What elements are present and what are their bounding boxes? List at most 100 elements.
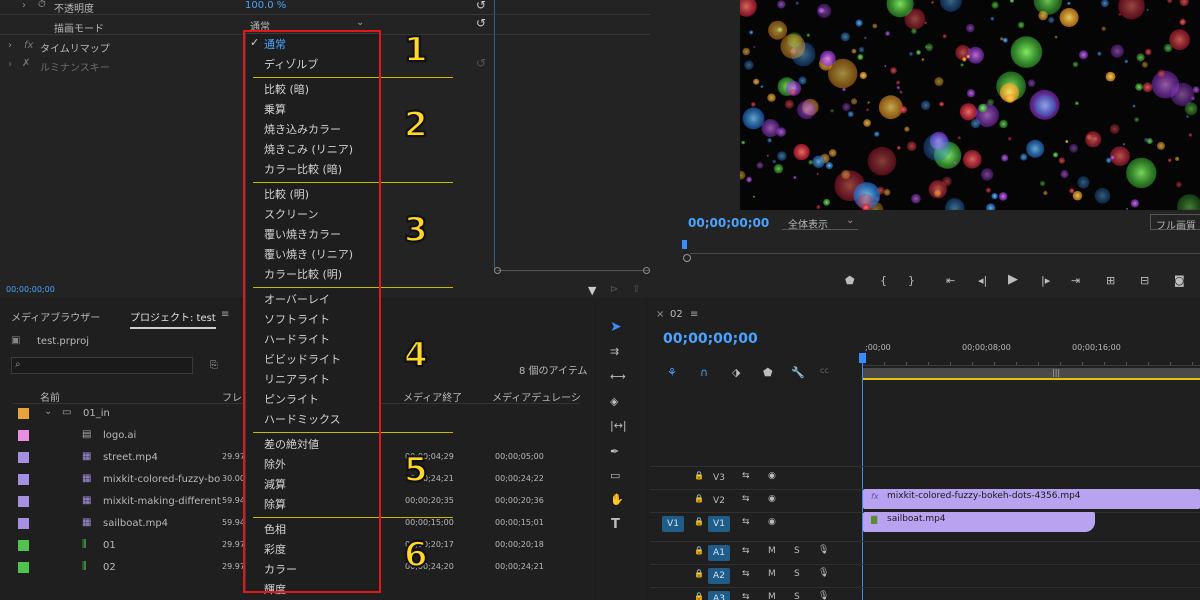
sequence-tab[interactable]: 02 xyxy=(670,309,683,320)
new-bin-icon[interactable]: ⎘ xyxy=(210,360,218,371)
label-color-swatch[interactable] xyxy=(18,408,29,419)
razor-tool-icon[interactable]: ◈ xyxy=(610,395,618,408)
clip-bokeh[interactable]: fx mixkit-colored-fuzzy-bokeh-dots-4356.… xyxy=(863,489,1200,509)
sync-lock-icon[interactable]: ⇆ xyxy=(742,517,750,527)
expand-chevron-icon[interactable]: › xyxy=(8,40,12,51)
eye-icon[interactable]: ◉ xyxy=(768,471,776,481)
time-remap-label[interactable]: タイムリマップ xyxy=(40,40,110,55)
mark-out-icon[interactable]: } xyxy=(908,274,915,287)
extract-icon[interactable]: ⊟ xyxy=(1140,274,1149,287)
stopwatch-icon[interactable]: ⏱ xyxy=(38,0,46,10)
slip-tool-icon[interactable]: |↔| xyxy=(610,419,627,432)
mute-button[interactable]: M xyxy=(768,592,776,600)
lift-icon[interactable]: ⊞ xyxy=(1106,274,1115,287)
go-to-in-icon[interactable]: ⇤ xyxy=(946,274,955,287)
sync-lock-icon[interactable]: ⇆ xyxy=(742,494,750,504)
microphone-icon[interactable]: 🎙 xyxy=(818,568,829,578)
lock-icon[interactable]: 🔒 xyxy=(694,569,704,578)
sync-lock-icon[interactable]: ⇆ xyxy=(742,569,750,579)
program-scrub-bar[interactable] xyxy=(690,253,1200,254)
export-frame-icon[interactable]: ◙ xyxy=(1174,274,1185,287)
label-color-swatch[interactable] xyxy=(18,496,29,507)
solo-button[interactable]: S xyxy=(794,569,800,579)
fx-disabled-icon[interactable]: ✗ xyxy=(22,58,30,69)
expand-chevron-icon[interactable]: › xyxy=(22,0,26,11)
tab-project[interactable]: プロジェクト: test xyxy=(130,309,216,329)
lock-icon[interactable]: 🔒 xyxy=(694,494,704,503)
panel-menu-icon[interactable]: ≡ xyxy=(690,309,698,320)
track-target[interactable]: A2 xyxy=(708,568,730,584)
scrub-handle[interactable] xyxy=(683,254,691,262)
reset-blend-icon[interactable]: ↺ xyxy=(476,16,486,30)
track-a1[interactable]: 🔒 A1 ⇆ M S 🎙 xyxy=(650,541,1200,563)
playhead-marker[interactable] xyxy=(682,240,687,249)
rectangle-tool-icon[interactable]: ▭ xyxy=(610,469,620,482)
label-color-swatch[interactable] xyxy=(18,518,29,529)
tab-media-browser[interactable]: メディアブラウザー xyxy=(11,309,100,324)
lock-icon[interactable]: 🔒 xyxy=(694,471,704,480)
track-a3[interactable]: 🔒 A3 ⇆ M S 🎙 xyxy=(650,587,1200,600)
timeline-ruler[interactable] xyxy=(862,354,1200,366)
step-forward-icon[interactable]: |▸ xyxy=(1041,274,1050,287)
selection-tool-icon[interactable]: ➤ xyxy=(610,319,622,335)
opacity-value[interactable]: 100.0 % xyxy=(245,0,286,11)
zoom-select[interactable]: 全体表示 ⌄ xyxy=(782,214,858,231)
label-color-swatch[interactable] xyxy=(18,474,29,485)
track-target[interactable]: A1 xyxy=(708,545,730,561)
label-color-swatch[interactable] xyxy=(18,430,29,441)
eye-icon[interactable]: ◉ xyxy=(768,517,776,527)
track-target[interactable]: V1 xyxy=(708,516,730,532)
lock-icon[interactable]: 🔒 xyxy=(694,517,704,526)
quality-select[interactable]: フル画質 xyxy=(1150,214,1200,232)
label-color-swatch[interactable] xyxy=(18,540,29,551)
add-marker-icon[interactable]: ⬟ xyxy=(845,274,855,287)
solo-button[interactable]: S xyxy=(794,592,800,600)
lock-icon[interactable]: 🔒 xyxy=(694,546,704,555)
microphone-icon[interactable]: 🎙 xyxy=(818,591,829,600)
hand-tool-icon[interactable]: ✋ xyxy=(610,493,624,506)
source-patch[interactable]: V1 xyxy=(662,516,684,532)
clip-sailboat[interactable]: ▇ sailboat.mp4 xyxy=(863,512,1095,532)
column-media-duration[interactable]: メディアデュレーシ xyxy=(492,389,581,404)
reset-opacity-icon[interactable]: ↺ xyxy=(476,0,486,12)
track-v3[interactable]: 🔒 V3 ⇆ ◉ xyxy=(650,466,1200,488)
track-a2[interactable]: 🔒 A2 ⇆ M S 🎙 xyxy=(650,564,1200,586)
program-timecode[interactable]: 00;00;00;00 xyxy=(688,216,769,230)
mark-in-icon[interactable]: { xyxy=(880,274,887,287)
lock-icon[interactable]: 🔒 xyxy=(694,592,704,600)
solo-button[interactable]: S xyxy=(794,546,800,556)
add-marker-icon[interactable]: ⬟ xyxy=(763,366,773,379)
mute-button[interactable]: M xyxy=(768,569,776,579)
filter-icon[interactable]: ▼ xyxy=(588,284,596,297)
pen-tool-icon[interactable]: ✒ xyxy=(610,445,619,458)
mute-button[interactable]: M xyxy=(768,546,776,556)
snap-icon[interactable]: ∩ xyxy=(700,366,708,379)
track-target[interactable]: V2 xyxy=(708,493,730,509)
work-area-bar[interactable]: ||| xyxy=(862,368,1200,380)
ripple-edit-tool-icon[interactable]: ⟷ xyxy=(610,370,626,383)
sync-lock-icon[interactable]: ⇆ xyxy=(742,592,750,600)
search-input[interactable]: ⌕ xyxy=(11,357,193,374)
column-name[interactable]: 名前 xyxy=(40,389,60,404)
type-tool-icon[interactable]: T xyxy=(611,517,620,532)
captions-icon[interactable]: cc xyxy=(820,366,829,375)
label-color-swatch[interactable] xyxy=(18,562,29,573)
track-target[interactable]: V3 xyxy=(708,470,730,486)
track-select-tool-icon[interactable]: ⇉ xyxy=(610,345,619,358)
effect-zoom-scrollbar[interactable] xyxy=(494,267,650,276)
playhead-head[interactable] xyxy=(859,353,866,363)
timeline-timecode[interactable]: 00;00;00;00 xyxy=(663,331,758,347)
play-audio-icon[interactable]: ⊳ xyxy=(610,284,618,295)
column-media-end[interactable]: メディア終了 xyxy=(403,389,462,404)
chevron-down-icon[interactable]: ⌄ xyxy=(44,406,52,417)
expand-chevron-icon[interactable]: › xyxy=(8,59,12,70)
play-icon[interactable]: ▶ xyxy=(1008,272,1018,287)
wrench-icon[interactable]: 🔧 xyxy=(791,366,805,379)
blend-mode-select[interactable]: 通常 ⌄ xyxy=(244,17,370,33)
eye-icon[interactable]: ◉ xyxy=(768,494,776,504)
go-to-out-icon[interactable]: ⇥ xyxy=(1071,274,1080,287)
label-color-swatch[interactable] xyxy=(18,452,29,463)
export-icon[interactable]: ⇪ xyxy=(632,284,640,295)
sync-lock-icon[interactable]: ⇆ xyxy=(742,546,750,556)
nest-icon[interactable]: ⚘ xyxy=(667,366,677,379)
